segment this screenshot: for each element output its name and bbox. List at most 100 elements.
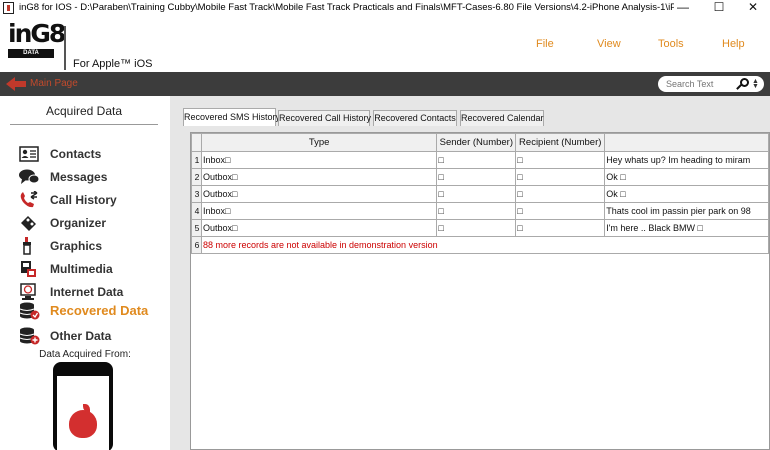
- table-row[interactable]: 2 Outbox□ □ □ Ok □: [191, 168, 769, 186]
- cell-type[interactable]: Outbox□: [200, 185, 438, 203]
- table-row[interactable]: 5 Outbox□ □ □ I'm here .. Black BMW □: [191, 219, 769, 237]
- sidebar-item-graphics[interactable]: Graphics: [18, 236, 168, 256]
- sms-table: Type Sender (Number) Recipient (Number) …: [191, 133, 769, 254]
- logo-subtext: DATA RECOVERY: [8, 49, 54, 65]
- cell-recipient[interactable]: □: [515, 219, 606, 237]
- sidebar-item-label: Internet Data: [50, 285, 124, 299]
- sidebar-item-recovered-data[interactable]: Recovered Data: [18, 301, 168, 321]
- app-icon: [3, 2, 14, 14]
- cell-sender[interactable]: □: [436, 202, 517, 220]
- graphics-icon: [23, 237, 31, 255]
- menu-view[interactable]: View: [597, 38, 621, 50]
- logo-text: inG8: [8, 19, 66, 48]
- messages-icon: [19, 169, 40, 184]
- cell-message[interactable]: Ok □: [604, 168, 769, 186]
- table-header-row: Type Sender (Number) Recipient (Number): [191, 133, 769, 152]
- main-page-link[interactable]: Main Page: [30, 78, 78, 89]
- row-number[interactable]: 5: [191, 219, 202, 237]
- other-data-icon: [19, 327, 40, 345]
- search-options-icon[interactable]: ▲ ▼: [752, 78, 759, 90]
- sidebar-divider: [10, 124, 158, 125]
- cell-type[interactable]: Inbox□: [200, 151, 438, 169]
- back-arrow-icon[interactable]: [6, 77, 28, 91]
- sidebar-item-messages[interactable]: Messages: [18, 167, 168, 187]
- recovered-data-icon: [19, 302, 40, 320]
- tab-recovered-call-history[interactable]: Recovered Call History: [278, 110, 371, 126]
- column-header-type[interactable]: Type: [200, 133, 438, 152]
- column-header-message[interactable]: [604, 133, 769, 152]
- sidebar: Acquired Data Contacts Messages Call His…: [0, 96, 170, 450]
- cell-sender[interactable]: □: [436, 168, 517, 186]
- menu-tools[interactable]: Tools: [658, 38, 684, 50]
- close-button[interactable]: ✕: [736, 0, 770, 16]
- cell-message[interactable]: Ok □: [604, 185, 769, 203]
- cell-message[interactable]: Thats cool im passin pier park on 98: [604, 202, 769, 220]
- sidebar-item-label: Graphics: [50, 239, 103, 253]
- sidebar-item-other-data[interactable]: Other Data: [18, 326, 168, 346]
- brand-logo: inG8 DATA RECOVERY: [8, 21, 66, 67]
- row-number[interactable]: 1: [191, 151, 202, 169]
- cell-recipient[interactable]: □: [515, 151, 606, 169]
- cell-sender[interactable]: □: [436, 151, 517, 169]
- tab-recovered-sms-history[interactable]: Recovered SMS History: [183, 108, 280, 126]
- table-row[interactable]: 1 Inbox□ □ □ Hey whats up? Im heading to…: [191, 151, 769, 169]
- menu-help[interactable]: Help: [722, 38, 745, 50]
- sms-history-grid: Type Sender (Number) Recipient (Number) …: [190, 132, 770, 450]
- demo-limit-notice: 88 more records are not available in dem…: [200, 236, 769, 254]
- title-bar: inG8 for IOS - D:\Paraben\Training Cubby…: [0, 0, 770, 16]
- cell-recipient[interactable]: □: [515, 202, 606, 220]
- main-panel: Recovered SMS History Recovered Call His…: [170, 96, 770, 450]
- menu-file[interactable]: File: [536, 38, 554, 50]
- nav-bar: Main Page ▲ ▼: [0, 72, 770, 96]
- column-header-recipient[interactable]: Recipient (Number): [515, 133, 606, 152]
- sidebar-item-label: Recovered Data: [50, 303, 149, 318]
- sidebar-title: Acquired Data: [45, 104, 123, 118]
- search-input[interactable]: [666, 78, 732, 90]
- table-row[interactable]: 3 Outbox□ □ □ Ok □: [191, 185, 769, 203]
- multimedia-icon: [21, 261, 36, 277]
- platform-label: For Apple™ iOS: [73, 58, 153, 70]
- sidebar-item-call-history[interactable]: Call History: [18, 190, 168, 210]
- contacts-icon: [19, 146, 39, 162]
- cell-type[interactable]: Inbox□: [200, 202, 438, 220]
- sidebar-item-label: Organizer: [50, 216, 107, 230]
- row-number[interactable]: 6: [191, 236, 202, 254]
- internet-icon: [20, 283, 36, 300]
- maximize-button[interactable]: ☐: [702, 0, 736, 16]
- logo-divider: [64, 26, 66, 70]
- sidebar-item-contacts[interactable]: Contacts: [18, 144, 168, 164]
- cell-message[interactable]: Hey whats up? Im heading to miram: [604, 151, 769, 169]
- minimize-button[interactable]: —: [666, 0, 700, 16]
- tab-recovered-contacts[interactable]: Recovered Contacts: [373, 110, 457, 126]
- app-window: inG8 for IOS - D:\Paraben\Training Cubby…: [0, 0, 770, 450]
- window-title: inG8 for IOS - D:\Paraben\Training Cubby…: [19, 2, 674, 13]
- sidebar-item-label: Multimedia: [50, 262, 113, 276]
- cell-message[interactable]: I'm here .. Black BMW □: [604, 219, 769, 237]
- tab-recovered-calendar[interactable]: Recovered Calendar: [460, 110, 544, 126]
- sidebar-item-label: Messages: [50, 170, 108, 184]
- search-box: ▲ ▼: [658, 76, 764, 92]
- row-number[interactable]: 2: [191, 168, 202, 186]
- row-number[interactable]: 3: [191, 185, 202, 203]
- cell-sender[interactable]: □: [436, 185, 517, 203]
- table-row-notice: 6 88 more records are not available in d…: [191, 236, 769, 254]
- device-phone-image: [53, 362, 113, 450]
- cell-recipient[interactable]: □: [515, 168, 606, 186]
- row-number[interactable]: 4: [191, 202, 202, 220]
- apple-icon: [69, 404, 97, 438]
- sidebar-item-multimedia[interactable]: Multimedia: [18, 259, 168, 279]
- cell-recipient[interactable]: □: [515, 185, 606, 203]
- column-header-sender[interactable]: Sender (Number): [436, 133, 517, 152]
- organizer-icon: [21, 216, 36, 231]
- cell-sender[interactable]: □: [436, 219, 517, 237]
- sidebar-item-organizer[interactable]: Organizer: [18, 213, 168, 233]
- cell-type[interactable]: Outbox□: [200, 168, 438, 186]
- sidebar-item-label: Call History: [50, 193, 117, 207]
- corner-header[interactable]: [191, 133, 202, 152]
- table-row[interactable]: 4 Inbox□ □ □ Thats cool im passin pier p…: [191, 202, 769, 220]
- sidebar-item-internet-data[interactable]: Internet Data: [18, 282, 168, 302]
- sidebar-item-label: Contacts: [50, 147, 102, 161]
- cell-type[interactable]: Outbox□: [200, 219, 438, 237]
- phone-icon: [20, 191, 38, 208]
- search-icon[interactable]: [736, 78, 750, 91]
